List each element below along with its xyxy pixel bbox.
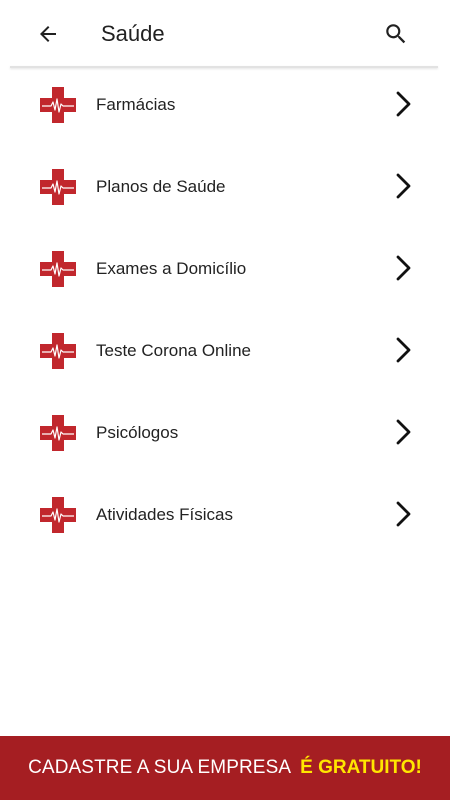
- list-item-teste-corona-online[interactable]: Teste Corona Online: [0, 314, 450, 396]
- list-item-label: Farmácias: [96, 95, 176, 114]
- list-item-label: Planos de Saúde: [96, 177, 226, 196]
- list-item-exames-a-domicilio[interactable]: Exames a Domicílio: [0, 232, 450, 314]
- search-icon: [386, 24, 406, 44]
- chevron-right-icon: [396, 419, 411, 445]
- medical-cross-icon: [40, 251, 76, 287]
- list-item-planos-de-saude[interactable]: Planos de Saúde: [0, 150, 450, 232]
- banner-highlight: É GRATUITO!: [300, 757, 422, 778]
- list-item-atividades-fisicas[interactable]: Atividades Físicas: [0, 478, 450, 560]
- list-item-farmacias[interactable]: Farmácias: [0, 68, 450, 150]
- medical-cross-icon: [40, 333, 76, 369]
- list-item-label: Atividades Físicas: [96, 505, 233, 524]
- search-button[interactable]: [378, 16, 414, 52]
- chevron-right-icon: [396, 501, 411, 527]
- page-title: Saúde: [101, 21, 165, 46]
- app-bar: Saúde: [0, 0, 450, 68]
- list-item-label: Teste Corona Online: [96, 341, 251, 360]
- banner-text: CADASTRE A SUA EMPRESA: [28, 757, 292, 778]
- category-list: Farmácias Planos de Saúde Exames a Domic…: [0, 68, 450, 560]
- medical-cross-icon: [40, 169, 76, 205]
- chevron-right-icon: [396, 337, 411, 363]
- back-button[interactable]: [30, 16, 66, 52]
- chevron-right-icon: [396, 255, 411, 281]
- medical-cross-icon: [40, 415, 76, 451]
- chevron-right-icon: [396, 173, 411, 199]
- medical-cross-icon: [40, 497, 76, 533]
- list-item-label: Psicólogos: [96, 423, 179, 442]
- list-item-label: Exames a Domicílio: [96, 259, 247, 278]
- medical-cross-icon: [40, 87, 76, 123]
- chevron-right-icon: [396, 91, 411, 117]
- register-company-banner[interactable]: CADASTRE A SUA EMPRESA É GRATUITO!: [0, 736, 450, 800]
- list-item-psicologos[interactable]: Psicólogos: [0, 396, 450, 478]
- arrow-left-icon: [40, 26, 56, 42]
